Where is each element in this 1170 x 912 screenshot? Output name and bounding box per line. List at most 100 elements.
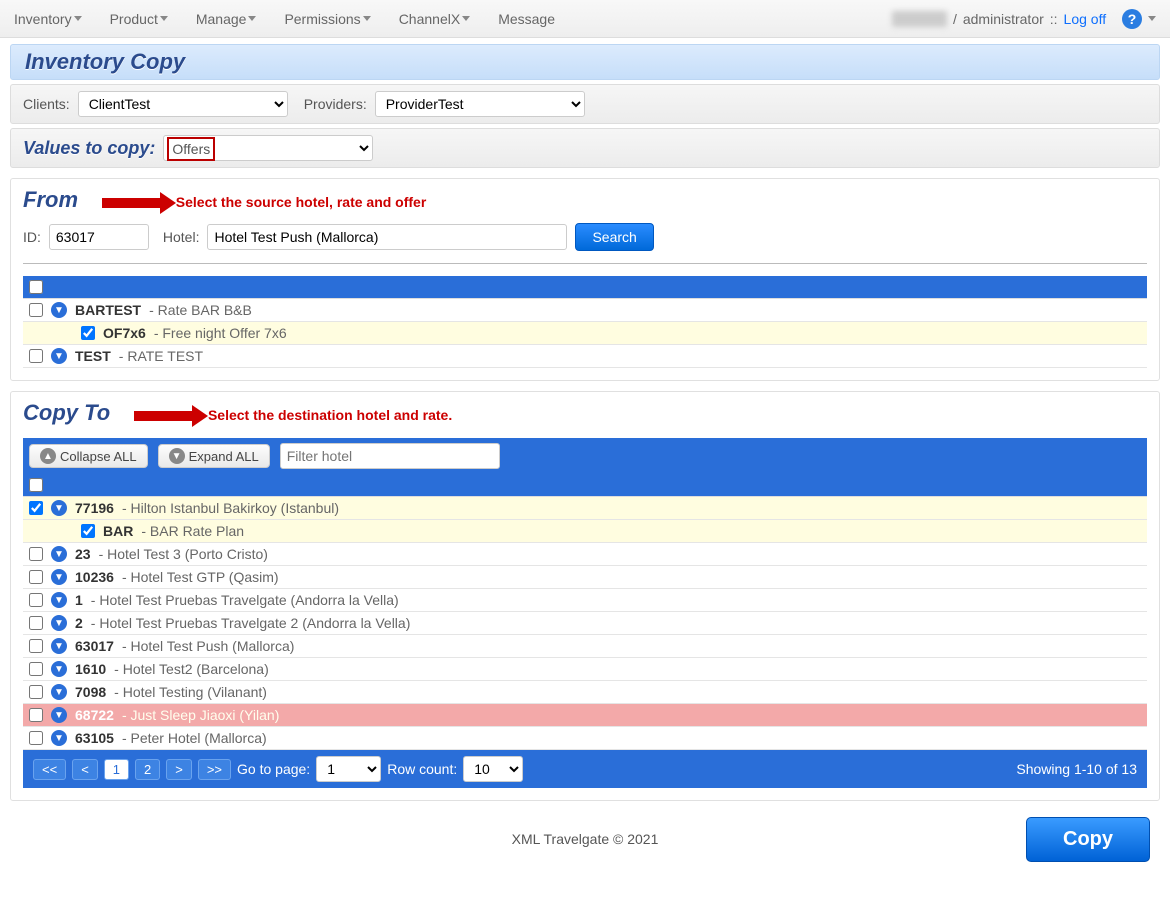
row-name: - Rate BAR B&B [149,302,252,318]
chevron-down-icon [248,16,256,21]
row-checkbox[interactable] [29,616,43,630]
tree-row[interactable]: ▼1610 - Hotel Test2 (Barcelona) [23,658,1147,681]
expand-icon: ▼ [169,448,185,464]
filter-hotel-input[interactable] [280,443,500,469]
tree-row[interactable]: ▼TEST - RATE TEST [23,345,1147,368]
footer: XML Travelgate © 2021 Copy [0,811,1170,867]
expand-toggle-icon[interactable]: ▼ [51,661,67,677]
to-tree: ▼77196 - Hilton Istanbul Bakirkoy (Istan… [23,496,1147,750]
tree-row[interactable]: ▼68722 - Just Sleep Jiaoxi (Yilan) [23,704,1147,727]
expand-toggle-icon[interactable]: ▼ [51,500,67,516]
tree-row[interactable]: ▼23 - Hotel Test 3 (Porto Cristo) [23,543,1147,566]
tree-row[interactable]: ▼77196 - Hilton Istanbul Bakirkoy (Istan… [23,497,1147,520]
user-area: user / administrator :: Log off ? [892,9,1156,29]
row-checkbox[interactable] [29,570,43,584]
from-tree-header [23,276,1147,298]
to-select-all-checkbox[interactable] [29,478,43,492]
row-checkbox[interactable] [29,731,43,745]
expand-toggle-icon[interactable]: ▼ [51,302,67,318]
goto-select[interactable]: 1 [316,756,381,782]
tree-row[interactable]: OF7x6 - Free night Offer 7x6 [23,322,1147,345]
row-checkbox[interactable] [29,349,43,363]
tree-row[interactable]: ▼63105 - Peter Hotel (Mallorca) [23,727,1147,750]
providers-label: Providers: [304,96,367,112]
chevron-down-icon [1148,16,1156,21]
pager-page-1[interactable]: 1 [104,759,129,780]
nav-product[interactable]: Product [110,11,168,27]
to-tree-header [23,474,1147,496]
user-name: user [892,11,947,27]
row-name: - Peter Hotel (Mallorca) [122,730,267,746]
row-code: 10236 [75,569,114,585]
row-checkbox[interactable] [29,303,43,317]
row-checkbox[interactable] [29,685,43,699]
help-icon[interactable]: ? [1122,9,1142,29]
from-heading: From [23,187,78,213]
row-name: - RATE TEST [119,348,203,364]
nav-permissions[interactable]: Permissions [284,11,370,27]
expand-toggle-icon[interactable]: ▼ [51,569,67,585]
to-heading: Copy To [23,400,110,426]
tree-row[interactable]: BAR - BAR Rate Plan [23,520,1147,543]
pager-page-2[interactable]: 2 [135,759,160,780]
logoff-link[interactable]: Log off [1064,11,1107,27]
row-checkbox[interactable] [29,593,43,607]
id-label: ID: [23,229,41,245]
pager-last[interactable]: >> [198,759,231,780]
pager-prev[interactable]: < [72,759,98,780]
tree-row[interactable]: ▼BARTEST - Rate BAR B&B [23,299,1147,322]
expand-toggle-icon[interactable]: ▼ [51,592,67,608]
nav-message[interactable]: Message [498,11,555,27]
row-name: - Hotel Test 3 (Porto Cristo) [99,546,268,562]
row-checkbox[interactable] [81,326,95,340]
expand-toggle-icon[interactable]: ▼ [51,546,67,562]
nav-manage[interactable]: Manage [196,11,257,27]
expand-toggle-icon[interactable]: ▼ [51,348,67,364]
to-tree-controls: ▲ Collapse ALL ▼ Expand ALL [23,438,1147,474]
expand-toggle-icon[interactable]: ▼ [51,730,67,746]
tree-row[interactable]: ▼63017 - Hotel Test Push (Mallorca) [23,635,1147,658]
nav-menu: Inventory Product Manage Permissions Cha… [14,11,555,27]
rowcount-select[interactable]: 10 [463,756,523,782]
row-name: - Hotel Testing (Vilanant) [114,684,267,700]
values-bar: Values to copy: Offers [10,128,1160,168]
expand-all-button[interactable]: ▼ Expand ALL [158,444,270,468]
values-value-highlight: Offers [167,137,215,161]
tree-row[interactable]: ▼7098 - Hotel Testing (Vilanant) [23,681,1147,704]
row-checkbox[interactable] [29,501,43,515]
hotel-input[interactable] [207,224,567,250]
clients-label: Clients: [23,96,70,112]
nav-channelx[interactable]: ChannelX [399,11,471,27]
row-checkbox[interactable] [29,547,43,561]
chevron-down-icon [363,16,371,21]
row-name: - Hilton Istanbul Bakirkoy (Istanbul) [122,500,339,516]
row-checkbox[interactable] [29,639,43,653]
tree-row[interactable]: ▼1 - Hotel Test Pruebas Travelgate (Ando… [23,589,1147,612]
from-tree: ▼BARTEST - Rate BAR B&BOF7x6 - Free nigh… [23,298,1147,368]
collapse-all-button[interactable]: ▲ Collapse ALL [29,444,148,468]
tree-row[interactable]: ▼10236 - Hotel Test GTP (Qasim) [23,566,1147,589]
nav-inventory[interactable]: Inventory [14,11,82,27]
row-code: 68722 [75,707,114,723]
to-hint: Select the destination hotel and rate. [208,407,452,423]
row-checkbox[interactable] [29,662,43,676]
id-input[interactable] [49,224,149,250]
expand-toggle-icon[interactable]: ▼ [51,638,67,654]
row-name: - Hotel Test Push (Mallorca) [122,638,294,654]
search-button[interactable]: Search [575,223,653,251]
expand-toggle-icon[interactable]: ▼ [51,707,67,723]
from-hint: Select the source hotel, rate and offer [176,194,427,210]
tree-row[interactable]: ▼2 - Hotel Test Pruebas Travelgate 2 (An… [23,612,1147,635]
row-name: - Hotel Test Pruebas Travelgate (Andorra… [91,592,399,608]
row-checkbox[interactable] [29,708,43,722]
pager-first[interactable]: << [33,759,66,780]
providers-select[interactable]: ProviderTest [375,91,585,117]
clients-select[interactable]: ClientTest [78,91,288,117]
from-select-all-checkbox[interactable] [29,280,43,294]
copy-button[interactable]: Copy [1026,817,1150,862]
row-checkbox[interactable] [81,524,95,538]
expand-toggle-icon[interactable]: ▼ [51,615,67,631]
expand-toggle-icon[interactable]: ▼ [51,684,67,700]
pager-next[interactable]: > [166,759,192,780]
chevron-down-icon [74,16,82,21]
